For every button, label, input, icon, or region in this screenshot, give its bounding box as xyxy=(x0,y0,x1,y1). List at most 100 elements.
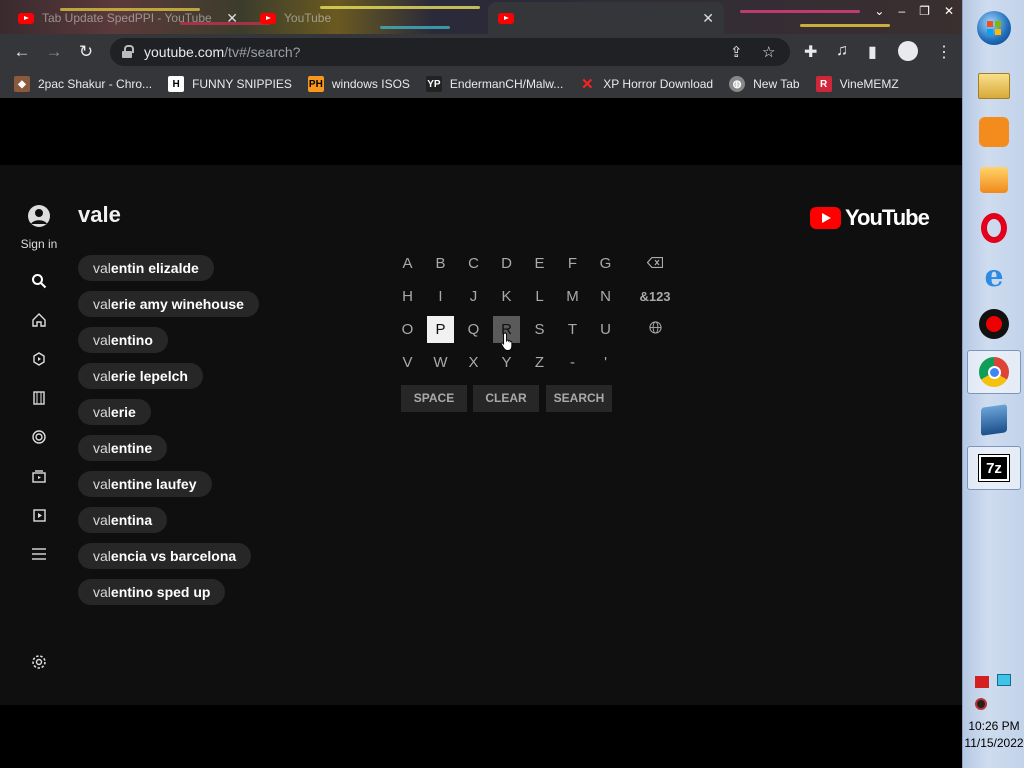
key-apostrophe[interactable]: ' xyxy=(592,349,619,376)
restore-icon[interactable]: ❐ xyxy=(919,4,930,18)
key-p[interactable]: P xyxy=(427,316,454,343)
suggestion-chip[interactable]: valentine laufey xyxy=(78,471,212,497)
suggestion-chip[interactable]: valerie lepelch xyxy=(78,363,203,389)
taskbar-internet-explorer[interactable]: e xyxy=(967,254,1021,298)
gaming-icon[interactable] xyxy=(29,427,49,447)
key-z[interactable]: Z xyxy=(526,349,553,376)
address-bar[interactable]: youtube.com/tv#/search? ⇪ ☆ xyxy=(110,38,790,66)
key-n[interactable]: N xyxy=(592,283,619,310)
movies-icon[interactable] xyxy=(29,388,49,408)
key-u[interactable]: U xyxy=(592,316,619,343)
close-window-icon[interactable]: ✕ xyxy=(944,4,954,18)
key-a[interactable]: A xyxy=(394,250,421,277)
taskbar-screen-recorder[interactable] xyxy=(967,302,1021,346)
suggestion-chip[interactable]: valentino xyxy=(78,327,168,353)
tab-youtube-2[interactable]: YouTube xyxy=(250,2,480,34)
search-icon[interactable] xyxy=(29,271,49,291)
sign-in-label[interactable]: Sign in xyxy=(0,237,78,251)
taskbar-7zip[interactable]: 7z xyxy=(967,446,1021,490)
side-panel-icon[interactable]: ▮ xyxy=(868,42,877,62)
key-t[interactable]: T xyxy=(559,316,586,343)
lock-icon[interactable] xyxy=(122,45,134,59)
bookmark-windows-isos[interactable]: PH windows ISOS xyxy=(307,76,410,92)
bookmark-star-icon[interactable]: ☆ xyxy=(762,43,775,61)
suggestion-rest: entin elizalde xyxy=(110,260,199,276)
menu-kebab-icon[interactable]: ⋮ xyxy=(936,42,952,62)
key-q[interactable]: Q xyxy=(460,316,487,343)
bookmark-new-tab[interactable]: ◍ New Tab xyxy=(729,76,800,92)
key-w[interactable]: W xyxy=(427,349,454,376)
key-s[interactable]: S xyxy=(526,316,553,343)
bookmark-endermanch[interactable]: YP EndermanCH/Malw... xyxy=(425,76,564,92)
tab-close-icon[interactable]: ✕ xyxy=(702,10,714,27)
key-b[interactable]: B xyxy=(427,250,454,277)
key-x[interactable]: X xyxy=(460,349,487,376)
key-c[interactable]: C xyxy=(460,250,487,277)
h-icon: H xyxy=(168,76,185,92)
key-k[interactable]: K xyxy=(493,283,520,310)
media-control-icon[interactable]: ♫ xyxy=(836,42,848,60)
bookmark-vinememz[interactable]: R VineMEMZ xyxy=(815,76,899,92)
bookmark-label: windows ISOS xyxy=(331,77,410,91)
bookmark-2pac[interactable]: ◆ 2pac Shakur - Chro... xyxy=(14,76,152,92)
shorts-icon[interactable] xyxy=(29,349,49,369)
subscriptions-icon[interactable] xyxy=(29,466,49,486)
symbols-key[interactable]: &123 xyxy=(635,283,675,310)
key-g[interactable]: G xyxy=(592,250,619,277)
taskbar-virtualbox[interactable] xyxy=(967,398,1021,442)
share-icon[interactable]: ⇪ xyxy=(730,43,743,61)
suggestion-chip[interactable]: valentin elizalde xyxy=(78,255,214,281)
start-button[interactable] xyxy=(967,6,1021,50)
dropdown-icon[interactable]: ⌄ xyxy=(874,4,884,18)
suggestion-chip[interactable]: valentino sped up xyxy=(78,579,226,605)
taskbar-file-explorer[interactable] xyxy=(967,64,1021,108)
back-icon[interactable]: ← xyxy=(6,42,38,62)
taskbar-clock[interactable]: 10:26 PM 11/15/2022 xyxy=(963,718,1024,752)
suggestion-chip[interactable]: valencia vs barcelona xyxy=(78,543,252,569)
key-v[interactable]: V xyxy=(394,349,421,376)
key-e[interactable]: E xyxy=(526,250,553,277)
profile-avatar[interactable] xyxy=(898,41,918,61)
forward-icon[interactable]: → xyxy=(38,42,70,62)
account-icon[interactable] xyxy=(28,205,50,227)
bookmark-funny-snippies[interactable]: H FUNNY SNIPPIES xyxy=(168,76,292,92)
key-f[interactable]: F xyxy=(559,250,586,277)
suggestion-chip[interactable]: valerie xyxy=(78,399,151,425)
bookmark-xp-horror[interactable]: ✕ XP Horror Download xyxy=(579,76,713,93)
key-j[interactable]: J xyxy=(460,283,487,310)
tray-recorder-icon[interactable] xyxy=(975,698,987,710)
tray-flag-icon[interactable] xyxy=(975,676,989,688)
key-dash[interactable]: - xyxy=(559,349,586,376)
taskbar-opera[interactable] xyxy=(967,206,1021,250)
tab-active[interactable]: ✕ xyxy=(488,2,724,34)
key-m[interactable]: M xyxy=(559,283,586,310)
bookmark-label: EndermanCH/Malw... xyxy=(449,77,564,91)
key-d[interactable]: D xyxy=(493,250,520,277)
backspace-key-icon[interactable] xyxy=(635,250,675,277)
key-o[interactable]: O xyxy=(394,316,421,343)
tray-network-icon[interactable] xyxy=(997,674,1011,686)
key-i[interactable]: I xyxy=(427,283,454,310)
suggestion-chip[interactable]: valerie amy winehouse xyxy=(78,291,259,317)
key-h[interactable]: H xyxy=(394,283,421,310)
space-button[interactable]: SPACE xyxy=(401,385,467,412)
extensions-icon[interactable]: ✚ xyxy=(804,42,817,62)
taskbar-chrome[interactable] xyxy=(967,350,1021,394)
home-icon[interactable] xyxy=(29,310,49,330)
taskbar-uc-browser[interactable] xyxy=(967,110,1021,154)
reload-icon[interactable]: ↻ xyxy=(70,42,102,62)
suggestion-chip[interactable]: valentine xyxy=(78,435,168,461)
tab-youtube-1[interactable]: Tab Update SpedPPI - YouTube ✕ xyxy=(8,2,248,34)
settings-gear-icon[interactable] xyxy=(29,652,49,672)
key-l[interactable]: L xyxy=(526,283,553,310)
library-icon[interactable] xyxy=(29,505,49,525)
suggestion-chip[interactable]: valentina xyxy=(78,507,168,533)
taskbar-media-player[interactable] xyxy=(967,158,1021,202)
clear-button[interactable]: CLEAR xyxy=(473,385,539,412)
search-button[interactable]: SEARCH xyxy=(546,385,612,412)
language-globe-icon[interactable] xyxy=(635,316,675,343)
tab-close-icon[interactable]: ✕ xyxy=(226,10,238,27)
key-y[interactable]: Y xyxy=(493,349,520,376)
minimize-icon[interactable]: – xyxy=(898,4,905,18)
menu-icon[interactable] xyxy=(29,544,49,564)
